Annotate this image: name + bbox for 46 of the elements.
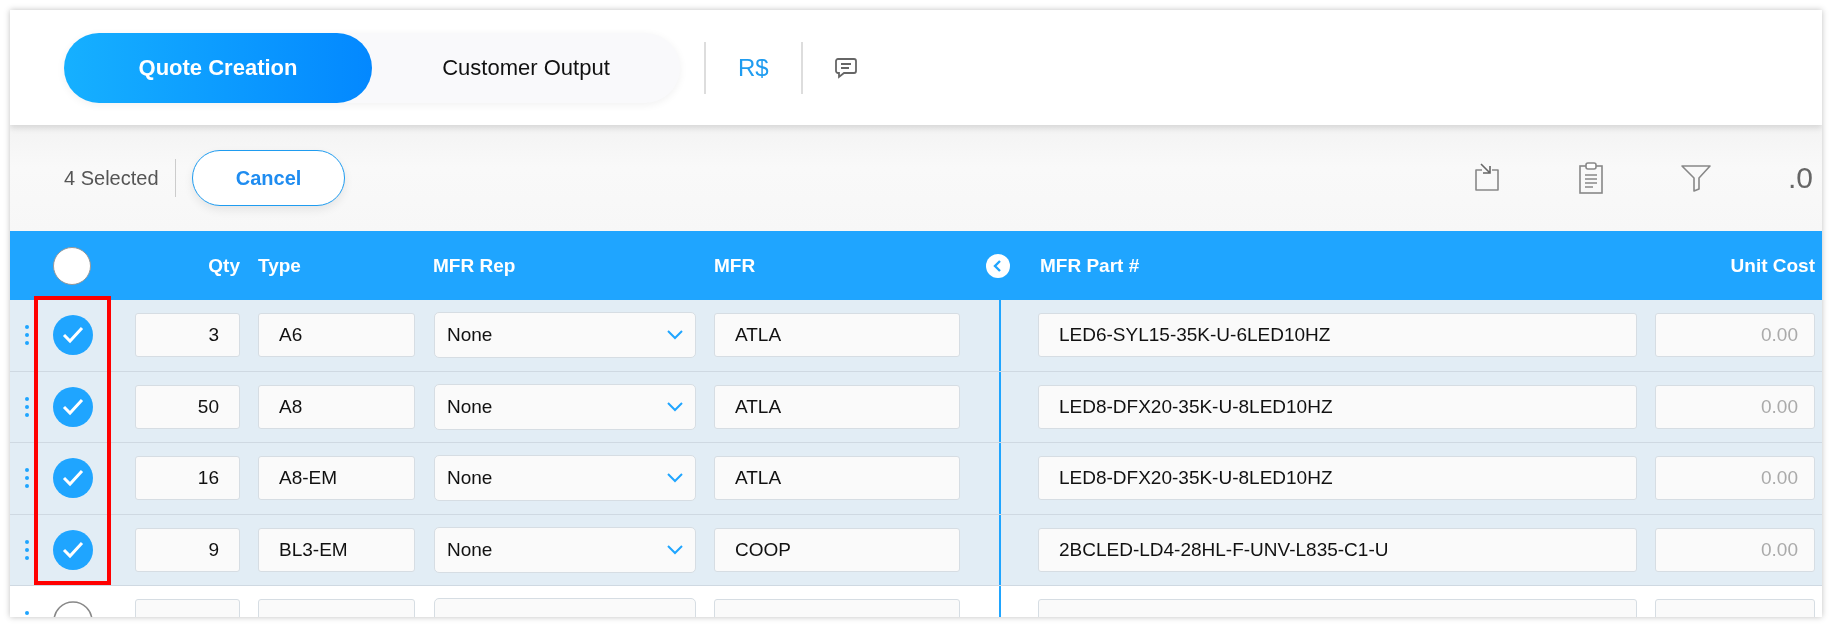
part-number-field[interactable]: LED8-DFX20-35K-U-8LED10HZ (1038, 456, 1637, 501)
part-number-field[interactable]: LED8-DFX20-35K-U-8LED10HZ (1038, 384, 1637, 429)
clipboard-icon[interactable] (1578, 161, 1604, 195)
type-field[interactable]: A6 (258, 313, 415, 358)
column-header: Type (257, 254, 302, 277)
toolbar-text: .0 (1788, 161, 1815, 195)
select-all-checkbox[interactable] (53, 246, 91, 285)
tab[interactable]: Customer Output (372, 32, 680, 103)
column-header: MFR Rep (432, 254, 517, 277)
drag-handle-icon[interactable] (25, 467, 29, 490)
chevron-down-icon (667, 330, 683, 341)
column-header: Qty (207, 254, 241, 277)
qty-field[interactable]: 16 (135, 456, 240, 501)
chevron-down-icon (667, 401, 683, 412)
row-checkbox[interactable] (53, 386, 93, 427)
filter-icon[interactable] (1680, 163, 1712, 193)
column-header: Unit Cost (1729, 254, 1816, 277)
column-header: MFR Part # (1039, 254, 1141, 277)
row-checkbox[interactable] (53, 458, 93, 499)
mfr-rep-dropdown[interactable]: None (434, 312, 696, 359)
type-field[interactable]: A8 (258, 384, 415, 429)
mfr-rep-dropdown[interactable]: None (434, 455, 696, 502)
column-header: MFR (713, 254, 757, 277)
drag-handle-icon[interactable] (25, 395, 29, 418)
mfr-field[interactable]: ATLA (714, 313, 960, 358)
mfr-rep-dropdown[interactable]: None (434, 526, 696, 573)
drag-handle-icon[interactable] (25, 324, 29, 347)
qty-field[interactable]: 9 (135, 527, 240, 572)
drag-handle-icon[interactable] (25, 538, 29, 561)
row-checkbox[interactable] (53, 529, 93, 570)
part-number-field[interactable]: LED6-SYL15-35K-U-6LED10HZ (1038, 313, 1637, 358)
qty-field[interactable]: 3 (135, 313, 240, 358)
selected-count: 4 Selected (64, 166, 159, 190)
mfr-field[interactable]: ATLA (714, 384, 960, 429)
chevron-down-icon (667, 544, 683, 555)
mfr-rep-dropdown[interactable]: None (434, 383, 696, 430)
part-number-field[interactable]: 2BCLED-LD4-28HL-F-UNV-L835-C1-U (1038, 527, 1637, 572)
qty-field[interactable]: 50 (135, 384, 240, 429)
type-field[interactable]: BL3-EM (258, 527, 415, 572)
row-checkbox[interactable] (53, 315, 93, 356)
mfr-field[interactable]: COOP (714, 527, 960, 572)
collapse-icon[interactable] (986, 253, 1010, 278)
type-field[interactable]: A8-EM (258, 456, 415, 501)
chevron-down-icon (667, 473, 683, 484)
mfr-field[interactable]: ATLA (714, 456, 960, 501)
import-icon[interactable] (1472, 162, 1502, 194)
